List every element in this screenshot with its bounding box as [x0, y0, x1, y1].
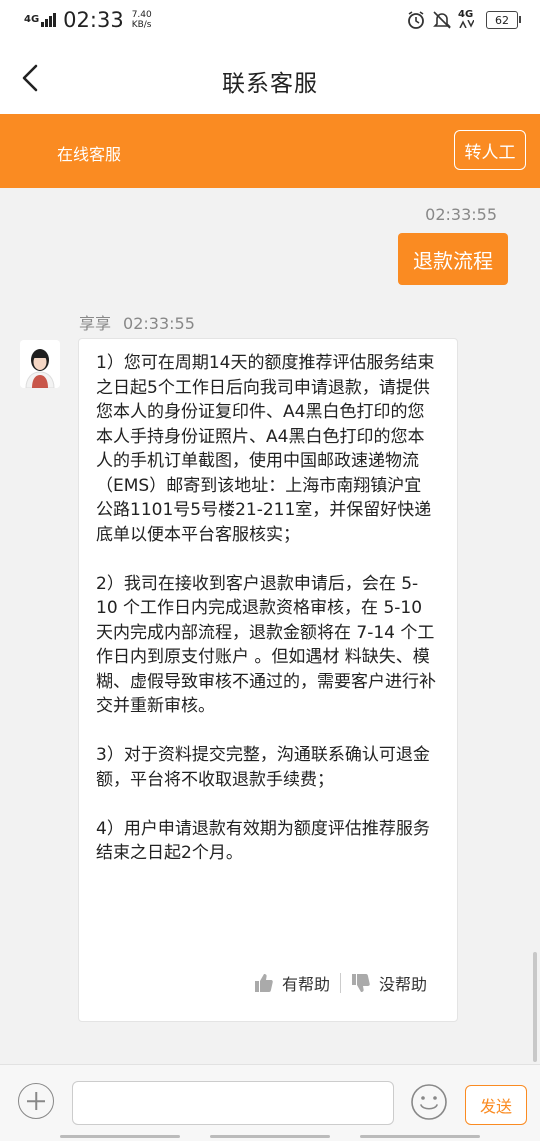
agent-message-card: 1）您可在周期14天的额度推荐评估服务结束之日起5个工作日后向我司申请退款，请提… — [78, 338, 458, 1022]
not-helpful-label: 没帮助 — [378, 975, 427, 994]
agent-avatar — [20, 340, 60, 388]
message-input[interactable] — [72, 1081, 394, 1125]
transfer-to-human-button[interactable]: 转人工 — [454, 130, 526, 170]
network-right-label: 4G — [458, 9, 474, 20]
home-indicator — [60, 1135, 480, 1139]
thumbs-down-icon — [351, 974, 370, 992]
status-bar: 4G 02:33 7.40 KB/s 4G 62 — [0, 0, 540, 44]
mute-icon — [432, 10, 452, 30]
feedback-divider — [339, 973, 341, 993]
status-time: 02:33 — [63, 8, 124, 32]
alarm-icon — [406, 10, 426, 30]
online-service-label: 在线客服 — [57, 145, 122, 164]
network-speed: 7.40 KB/s — [132, 10, 152, 30]
agent-meta: 享享 02:33:55 — [79, 310, 207, 334]
battery-level: 62 — [495, 13, 509, 27]
user-message-bubble: 退款流程 — [398, 233, 508, 285]
input-bar: 发送 — [0, 1064, 540, 1141]
feedback-row: 有帮助 没帮助 — [254, 971, 427, 995]
network-type: 4G — [24, 14, 40, 25]
chat-scrollbar[interactable] — [533, 952, 537, 1062]
agent-name: 享享 — [79, 314, 112, 333]
add-attachment-button[interactable] — [18, 1083, 54, 1119]
helpful-button[interactable]: 有帮助 — [254, 971, 330, 995]
agent-message-time: 02:33:55 — [123, 314, 195, 333]
not-helpful-button[interactable]: 没帮助 — [351, 971, 427, 995]
service-bar: 在线客服 转人工 — [0, 114, 540, 188]
speed-unit: KB/s — [131, 20, 152, 30]
emoji-button[interactable] — [410, 1083, 448, 1121]
page-title: 联系客服 — [222, 71, 318, 97]
signal-icon — [41, 13, 57, 27]
agent-message-text: 1）您可在周期14天的额度推荐评估服务结束之日起5个工作日后向我司申请退款，请提… — [96, 353, 436, 863]
user-message-time: 02:33:55 — [425, 205, 497, 224]
status-left: 4G 02:33 7.40 KB/s — [24, 8, 152, 32]
battery-icon: 62 — [486, 11, 521, 29]
network-4g-icon: 4G — [458, 10, 480, 30]
status-right: 4G 62 — [400, 10, 521, 30]
smiley-icon — [411, 1084, 447, 1120]
send-button[interactable]: 发送 — [465, 1085, 527, 1125]
speed-value: 7.40 — [131, 10, 152, 20]
nav-bar: 联系客服 — [0, 44, 540, 115]
helpful-label: 有帮助 — [281, 975, 330, 994]
thumbs-up-icon — [254, 974, 273, 992]
